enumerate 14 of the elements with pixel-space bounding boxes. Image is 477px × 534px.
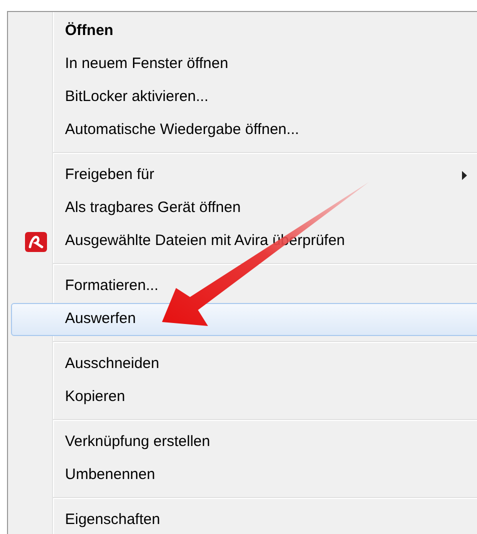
menu-item[interactable]: BitLocker aktivieren... bbox=[11, 81, 477, 114]
menu-item[interactable]: Eigenschaften bbox=[11, 504, 477, 534]
menu-item[interactable]: Öffnen bbox=[11, 15, 477, 48]
menu-item[interactable]: Als tragbares Gerät öffnen bbox=[11, 192, 477, 225]
submenu-arrow-icon bbox=[462, 171, 467, 180]
menu-item[interactable]: Automatische Wiedergabe öffnen... bbox=[11, 114, 477, 147]
menu-item[interactable]: Umbenennen bbox=[11, 459, 477, 492]
menu-item[interactable]: Ausschneiden bbox=[11, 348, 477, 381]
menu-item[interactable]: Kopieren bbox=[11, 381, 477, 414]
menu-item[interactable]: In neuem Fenster öffnen bbox=[11, 48, 477, 81]
menu-item[interactable]: Formatieren... bbox=[11, 270, 477, 303]
menu-item[interactable]: Freigeben für bbox=[11, 159, 477, 192]
menu-item[interactable]: Auswerfen bbox=[11, 303, 477, 336]
menu-item[interactable]: Verknüpfung erstellen bbox=[11, 426, 477, 459]
